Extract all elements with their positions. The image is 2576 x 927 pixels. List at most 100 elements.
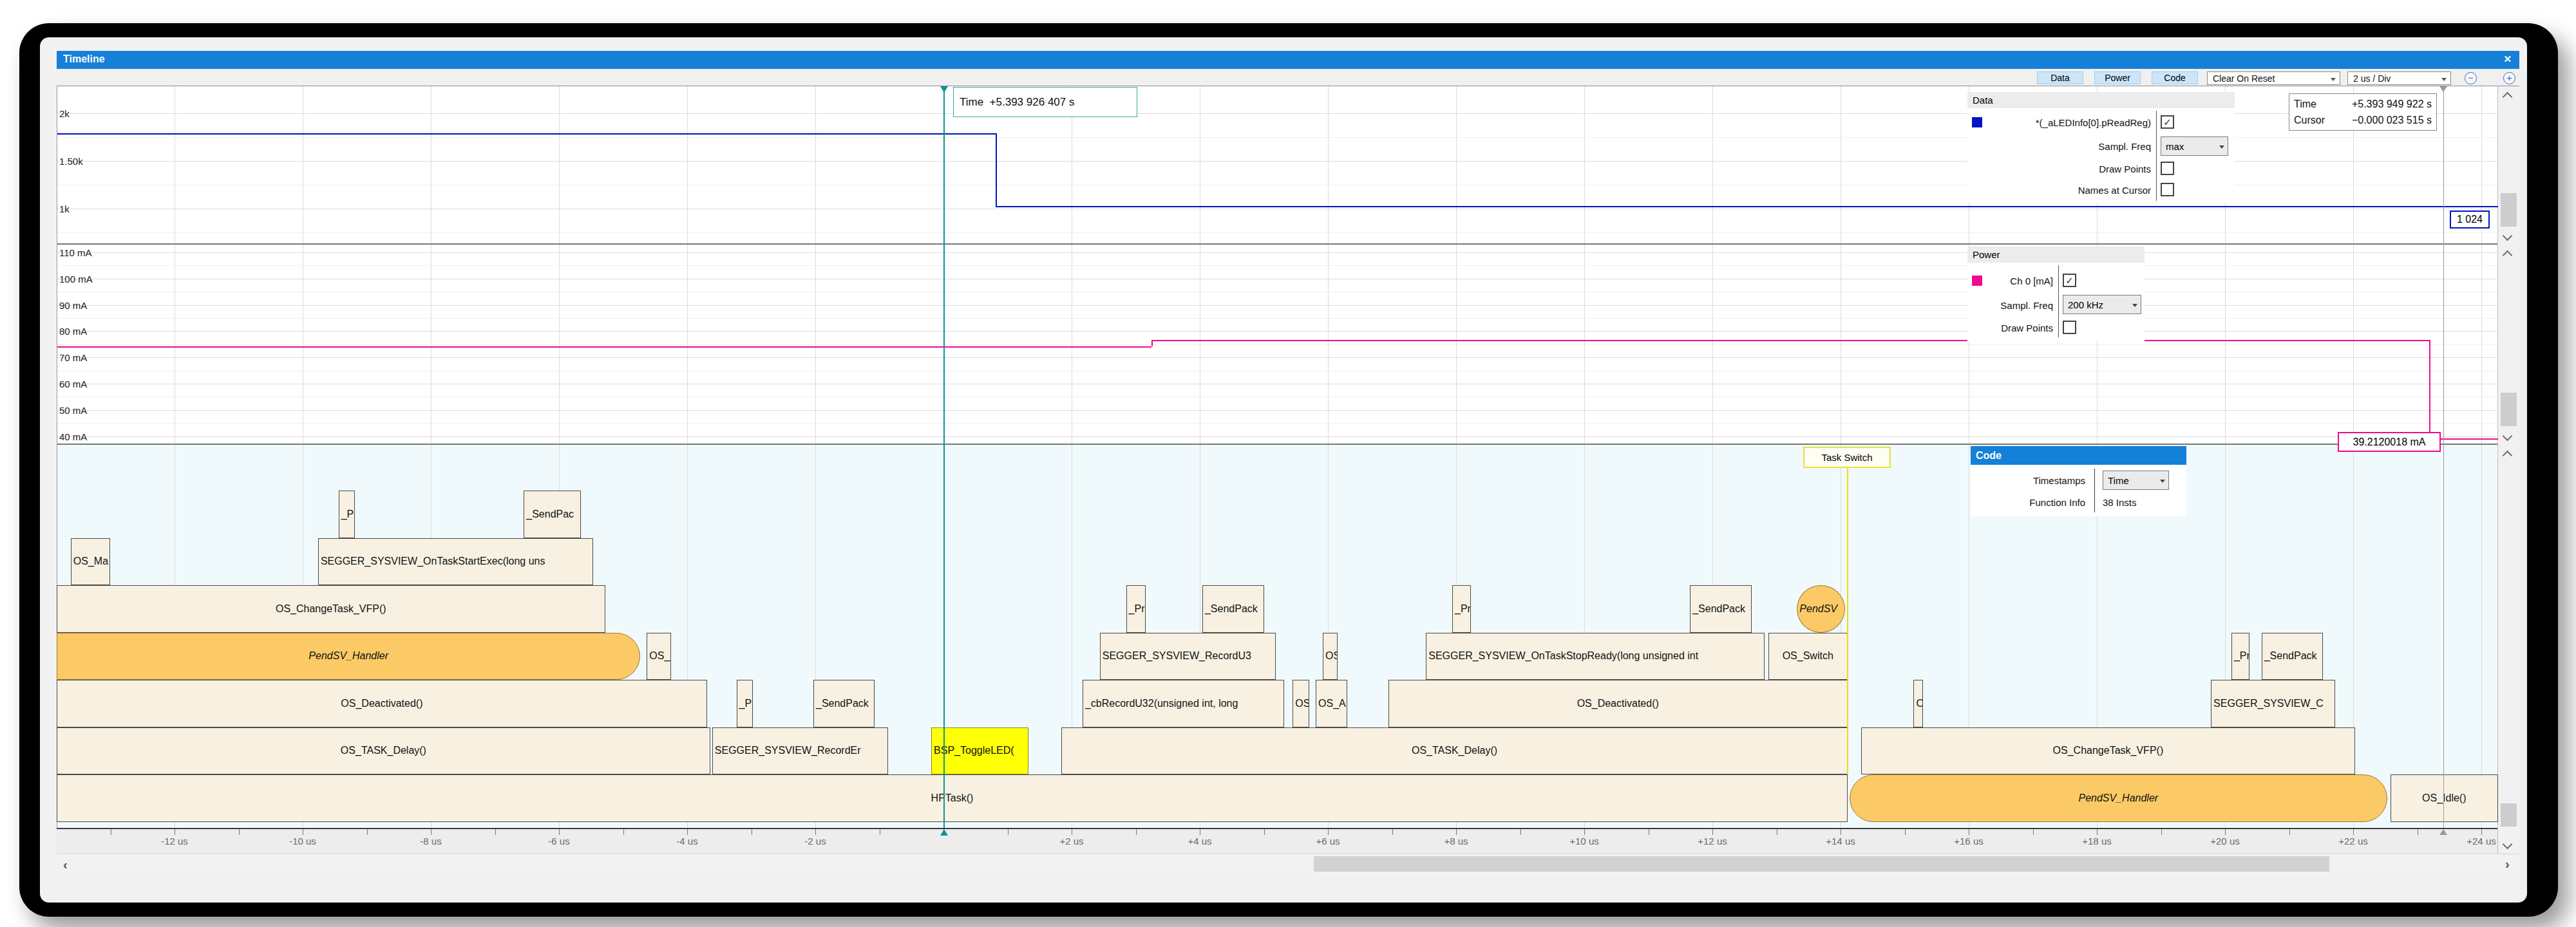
flame-box[interactable]: SEGGER_SYSVIEW_OnTaskStopReady(long unsi… [1426,633,1764,680]
flame-box[interactable]: PendSV_Handler [57,633,640,680]
scroll-up-icon[interactable] [2503,91,2512,100]
flame-box[interactable]: SEGGER_SYSVIEW_RecordU3 [1100,633,1276,680]
flame-box[interactable]: PendSV [1797,585,1845,633]
zoom-out-icon[interactable]: − [2465,72,2477,84]
data-sampl-freq-dropdown[interactable]: max [2161,136,2228,156]
gridline-horizontal [57,357,2497,358]
title-bar[interactable]: Timeline ✕ [57,51,2519,69]
tab-code[interactable]: Code [2152,71,2198,84]
flame-box[interactable]: BSP_ToggleLED( [931,727,1028,775]
flame-box[interactable]: _SendPack [1690,585,1752,633]
gridline-vertical [815,86,816,243]
code-timestamps-dropdown[interactable]: Time [2103,471,2169,490]
data-draw-points-checkbox[interactable] [2161,162,2174,175]
power-draw-points-checkbox[interactable] [2063,321,2076,334]
gridline-vertical [1584,86,1585,243]
cursor-time-tooltip: Time +5.393 926 407 s [953,87,1137,117]
flame-box[interactable]: O [1913,680,1923,727]
gridline-vertical [2481,445,2482,828]
data-scrollbar-thumb[interactable] [2501,193,2517,227]
flame-box[interactable]: OS_Ma [71,538,111,586]
tab-power[interactable]: Power [2094,71,2141,84]
power-series-line [1151,340,2429,341]
clear-on-reset-dropdown[interactable]: Clear On Reset [2207,71,2340,85]
data-series-line [57,133,996,135]
axis-tick-label: -4 us [658,836,716,847]
flame-box[interactable]: OS [1293,680,1309,727]
data-sampl-freq-label: Sampl. Freq [1985,141,2151,152]
flame-box[interactable]: OS [1323,633,1338,680]
zoom-in-icon[interactable]: + [2503,72,2515,84]
cursor-line[interactable] [943,86,945,828]
flame-box[interactable]: SEGGER_SYSVIEW_C [2211,680,2335,727]
flame-box[interactable]: OS_ [647,633,671,680]
flame-box[interactable]: SEGGER_SYSVIEW_OnTaskStartExec(long uns [318,538,593,586]
flame-box[interactable]: OS_ChangeTask_VFP() [57,585,605,633]
data-series-checkbox[interactable]: ✓ [2161,115,2174,129]
flame-box[interactable]: _SendPac [524,491,581,538]
flame-box[interactable]: _SendPack [2262,633,2324,680]
power-sampl-freq-dropdown[interactable]: 200 kHz [2063,295,2141,314]
data-series-swatch [1972,117,1982,127]
scroll-left-icon[interactable]: ‹ [63,857,68,872]
power-series-checkbox[interactable]: ✓ [2063,274,2076,287]
chevron-down-icon [2132,304,2137,310]
axis-tick [559,829,560,835]
flame-box[interactable]: _SendPack [1202,585,1265,633]
axis-tick [1328,829,1329,835]
axis-tick [815,829,816,835]
close-icon[interactable]: ✕ [2503,53,2512,65]
timeline-scrollbar-thumb[interactable] [2501,803,2517,827]
axis-tick [239,829,240,835]
gridline-horizontal-minor [57,232,2497,233]
gridline-horizontal [57,436,2497,437]
cursor-bottom-icon [940,829,948,836]
axis-tick [687,829,688,835]
flame-box[interactable]: OS_Deactivated() [57,680,707,727]
scroll-down-icon[interactable] [2503,841,2512,850]
data-series-line [996,133,997,206]
data-panel-header: Data [1967,92,2235,108]
time-per-div-dropdown[interactable]: 2 us / Div [2347,71,2451,85]
scroll-right-icon[interactable]: › [2505,857,2510,872]
power-series-value-badge: 39.2120018 mA [2338,432,2441,452]
flame-box[interactable]: HPTask() [57,774,1848,822]
axis-tick-label: +22 us [2324,836,2382,847]
flame-box[interactable]: OS_ChangeTask_VFP() [1861,727,2355,775]
flame-box[interactable]: OS_Idle() [2391,774,2498,822]
flame-box[interactable]: _SendPack [813,680,875,727]
y-axis-label: 100 mA [59,273,93,284]
flame-box[interactable]: OS_Deactivated() [1388,680,1848,727]
axis-tick [623,829,624,835]
flame-box[interactable]: _Pr [1452,585,1471,633]
flame-box[interactable]: OS_A [1316,680,1347,727]
power-series-label: Ch 0 [mA] [1985,276,2053,286]
scroll-up-icon[interactable] [2503,449,2512,458]
flame-box[interactable]: _Pr [737,680,753,727]
flame-box[interactable]: OS_Switch [1768,633,1848,680]
flame-box[interactable]: _cbRecordU32(unsigned int, long [1083,680,1284,727]
flame-box[interactable]: SEGGER_SYSVIEW_RecordEr [712,727,889,775]
flame-box[interactable]: _Pr [339,491,355,538]
systemview-timeline-window: Timeline ✕ Data Power Code Clear On Rese… [0,0,2576,927]
power-scrollbar-thumb[interactable] [2501,393,2517,426]
axis-tick [2353,829,2354,835]
flame-box[interactable]: OS_TASK_Delay() [57,727,710,775]
scroll-down-icon[interactable] [2503,232,2512,241]
scroll-down-icon[interactable] [2503,433,2512,442]
code-timestamps-label: Timestamps [1984,475,2085,486]
flame-box[interactable]: _Pr [1126,585,1146,633]
flame-box[interactable]: PendSV_Handler [1850,774,2387,822]
tab-data[interactable]: Data [2037,71,2083,84]
time-axis: -12 us-10 us-8 us-6 us-4 us-2 us+2 us+4 … [57,829,2497,854]
scroll-up-icon[interactable] [2503,249,2512,258]
flame-box[interactable]: _Pr [2231,633,2249,680]
power-draw-points-label: Draw Points [1972,323,2053,333]
gridline-horizontal-minor [57,423,2497,424]
horizontal-scrollbar-thumb[interactable] [1314,856,2329,872]
power-series-swatch [1972,276,1982,286]
flame-box[interactable]: OS_TASK_Delay() [1061,727,1848,775]
names-at-cursor-checkbox[interactable] [2161,183,2174,196]
y-axis-label: 40 mA [59,431,87,442]
gridline-vertical [1328,86,1329,243]
